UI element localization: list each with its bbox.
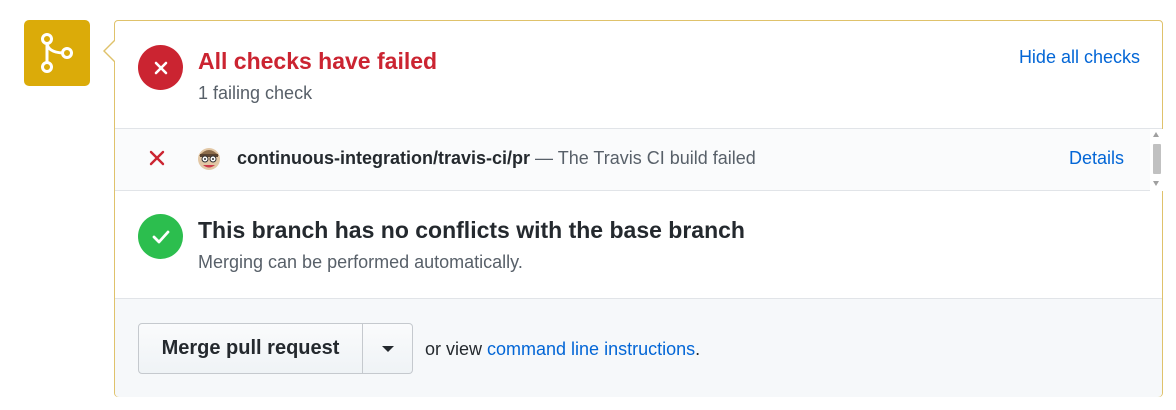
or-view-text: or view (425, 339, 488, 359)
checks-summary: All checks have failed 1 failing check H… (115, 21, 1162, 129)
checks-heading: All checks have failed (198, 48, 438, 74)
git-branch-icon (24, 20, 90, 86)
check-item: continuous-integration/travis-ci/pr — Th… (115, 129, 1150, 191)
scroll-down-arrow-icon[interactable] (1153, 181, 1159, 186)
travis-ci-avatar (196, 145, 222, 171)
x-icon (138, 45, 183, 90)
failed-check-x-icon (149, 150, 165, 166)
merge-button-group: Merge pull request (138, 323, 413, 374)
trailing-period: . (695, 339, 701, 359)
check-name: continuous-integration/travis-ci/pr (237, 148, 531, 168)
check-description: continuous-integration/travis-ci/pr — Th… (237, 148, 756, 169)
check-icon (138, 214, 183, 259)
command-line-hint: or view command line instructions. (425, 339, 700, 360)
conflicts-subheading: Merging can be performed automatically. (198, 252, 523, 272)
check-status-text: — The Travis CI build failed (530, 148, 756, 168)
triangle-down-icon (381, 345, 394, 352)
merge-status-panel: All checks have failed 1 failing check H… (114, 20, 1163, 397)
conflicts-heading: This branch has no conflicts with the ba… (198, 217, 745, 243)
checks-scrollbar[interactable] (1150, 129, 1163, 191)
scroll-up-arrow-icon[interactable] (1153, 132, 1159, 137)
merge-options-dropdown-button[interactable] (363, 323, 413, 374)
panel-caret-inner (105, 41, 115, 61)
merge-pull-request-button[interactable]: Merge pull request (138, 323, 363, 374)
command-line-instructions-link[interactable]: command line instructions (487, 339, 695, 359)
scroll-thumb[interactable] (1153, 144, 1161, 174)
merge-actions: Merge pull request or view command line … (115, 298, 1162, 397)
checks-subheading: 1 failing check (198, 83, 313, 103)
hide-all-checks-link[interactable]: Hide all checks (1019, 47, 1140, 68)
details-link[interactable]: Details (1069, 148, 1124, 169)
